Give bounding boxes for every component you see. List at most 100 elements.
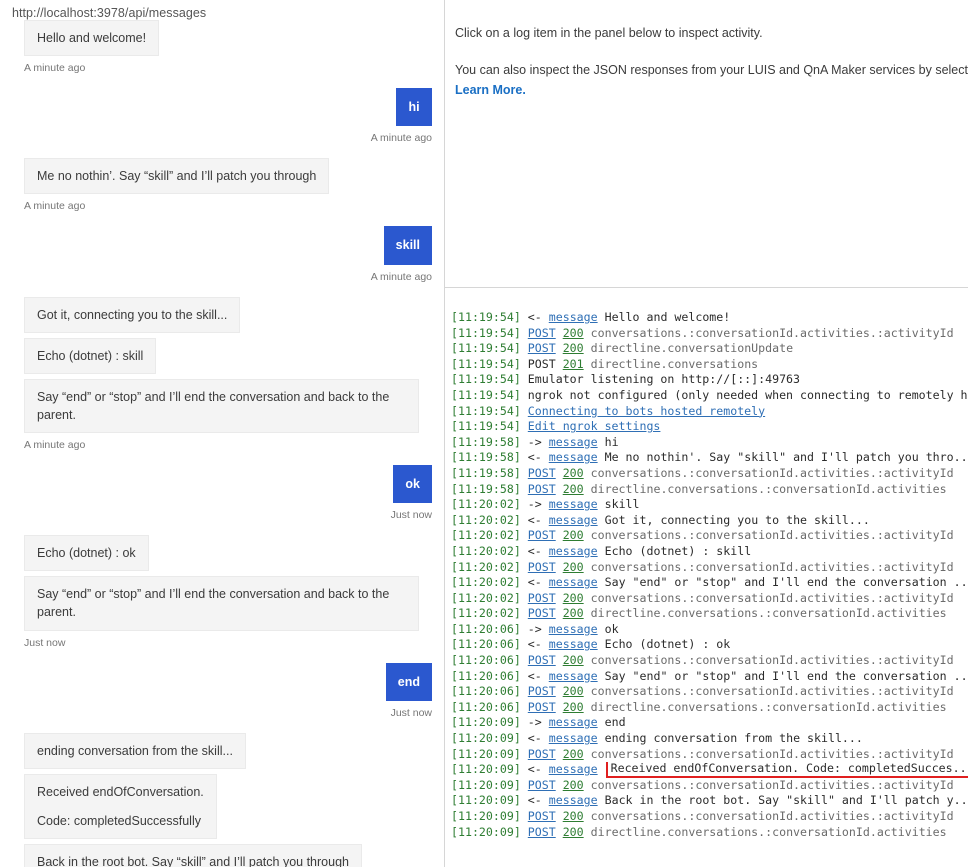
- log-activity-link[interactable]: message: [549, 637, 598, 651]
- log-entry[interactable]: [11:20:06] -> message ok: [451, 622, 968, 638]
- log-activity-link[interactable]: message: [549, 450, 598, 464]
- log-entry[interactable]: [11:20:09] <- message Received endOfConv…: [451, 762, 968, 778]
- user-message-bubble[interactable]: ok: [393, 465, 432, 504]
- log-highlighted-message[interactable]: Received endOfConversation. Code: comple…: [605, 762, 968, 778]
- log-http-verb[interactable]: POST: [528, 606, 556, 620]
- log-http-status[interactable]: 200: [563, 684, 584, 698]
- log-activity-link[interactable]: message: [549, 544, 598, 558]
- log-activity-link[interactable]: message: [549, 310, 598, 324]
- log-activity-link[interactable]: message: [549, 513, 598, 527]
- log-http-status[interactable]: 201: [563, 357, 584, 371]
- log-http-status[interactable]: 200: [563, 326, 584, 340]
- log-entry[interactable]: [11:20:02] <- message Say "end" or "stop…: [451, 575, 968, 591]
- log-entry[interactable]: [11:20:06] POST 200 conversations.:conve…: [451, 653, 968, 669]
- log-entry[interactable]: [11:20:06] POST 200 directline.conversat…: [451, 700, 968, 716]
- log-http-verb[interactable]: POST: [528, 825, 556, 839]
- user-message-bubble[interactable]: skill: [383, 226, 432, 265]
- log-entry[interactable]: [11:19:54] POST 200 directline.conversat…: [451, 341, 968, 357]
- user-message-bubble[interactable]: end: [385, 662, 432, 701]
- log-entry[interactable]: [11:19:58] -> message hi: [451, 435, 968, 451]
- log-message-text: conversations.:conversationId.activities…: [590, 325, 954, 340]
- log-entry[interactable]: [11:19:54] <- message Hello and welcome!: [451, 310, 968, 326]
- learn-more-link[interactable]: Learn More.: [455, 83, 526, 97]
- log-entry[interactable]: [11:20:09] <- message Back in the root b…: [451, 793, 968, 809]
- log-http-status[interactable]: 200: [563, 528, 584, 542]
- log-activity-link[interactable]: Connecting to bots hosted remotely: [528, 404, 765, 418]
- log-activity-link[interactable]: message: [549, 669, 598, 683]
- user-message-bubble[interactable]: hi: [396, 88, 432, 127]
- log-http-status[interactable]: 200: [563, 482, 584, 496]
- log-entry[interactable]: [11:20:02] POST 200 conversations.:conve…: [451, 591, 968, 607]
- log-http-verb[interactable]: POST: [528, 809, 556, 823]
- bot-message-bubble[interactable]: Back in the root bot. Say “skill” and I’…: [24, 844, 362, 867]
- log-entry[interactable]: [11:19:58] POST 200 directline.conversat…: [451, 482, 968, 498]
- log-entry[interactable]: [11:20:02] POST 200 conversations.:conve…: [451, 560, 968, 576]
- log-panel[interactable]: [11:19:54] <- message Hello and welcome!…: [445, 288, 968, 867]
- log-http-verb[interactable]: POST: [528, 591, 556, 605]
- log-http-status[interactable]: 200: [563, 560, 584, 574]
- log-entry[interactable]: [11:20:09] POST 200 directline.conversat…: [451, 825, 968, 841]
- log-http-verb[interactable]: POST: [528, 326, 556, 340]
- log-http-status[interactable]: 200: [563, 778, 584, 792]
- log-activity-link[interactable]: Edit ngrok settings: [528, 419, 661, 433]
- log-entry[interactable]: [11:19:54] POST 201 directline.conversat…: [451, 357, 968, 373]
- log-http-verb[interactable]: POST: [528, 653, 556, 667]
- chat-transcript[interactable]: Hello and welcome! A minute ago hi A minute…: [0, 20, 444, 867]
- log-http-verb[interactable]: POST: [528, 528, 556, 542]
- log-http-verb[interactable]: POST: [528, 341, 556, 355]
- bot-message-bubble[interactable]: Echo (dotnet) : skill: [24, 337, 157, 374]
- log-http-verb[interactable]: POST: [528, 684, 556, 698]
- log-entry[interactable]: [11:20:06] <- message Say "end" or "stop…: [451, 669, 968, 685]
- log-http-verb[interactable]: POST: [528, 747, 556, 761]
- log-entry[interactable]: [11:20:02] -> message skill: [451, 497, 968, 513]
- log-entry[interactable]: [11:20:09] <- message ending conversatio…: [451, 731, 968, 747]
- log-activity-link[interactable]: message: [549, 497, 598, 511]
- log-entry[interactable]: [11:20:02] <- message Echo (dotnet) : sk…: [451, 544, 968, 560]
- log-http-status[interactable]: 200: [563, 809, 584, 823]
- log-http-verb[interactable]: POST: [528, 482, 556, 496]
- log-entry[interactable]: [11:20:09] POST 200 conversations.:conve…: [451, 747, 968, 763]
- log-activity-link[interactable]: message: [549, 575, 598, 589]
- bot-message-bubble[interactable]: Me no nothin’. Say “skill” and I’ll patc…: [24, 158, 330, 195]
- log-http-status[interactable]: 200: [563, 747, 584, 761]
- log-http-verb[interactable]: POST: [528, 560, 556, 574]
- log-http-status[interactable]: 200: [563, 653, 584, 667]
- log-entry[interactable]: [11:19:54] ngrok not configured (only ne…: [451, 388, 968, 404]
- log-activity-link[interactable]: message: [549, 793, 598, 807]
- log-http-status[interactable]: 200: [563, 466, 584, 480]
- log-entry[interactable]: [11:20:06] POST 200 conversations.:conve…: [451, 684, 968, 700]
- log-http-verb[interactable]: POST: [528, 700, 556, 714]
- log-activity-link[interactable]: message: [549, 622, 598, 636]
- bot-message-bubble[interactable]: Echo (dotnet) : ok: [24, 535, 149, 572]
- log-http-status[interactable]: 200: [563, 825, 584, 839]
- log-http-verb[interactable]: POST: [528, 466, 556, 480]
- log-entry[interactable]: [11:20:02] POST 200 conversations.:conve…: [451, 528, 968, 544]
- bot-message-bubble[interactable]: ending conversation from the skill...: [24, 732, 246, 769]
- log-http-status[interactable]: 200: [563, 606, 584, 620]
- log-entry[interactable]: [11:20:02] POST 200 directline.conversat…: [451, 606, 968, 622]
- log-entry[interactable]: [11:20:09] POST 200 conversations.:conve…: [451, 778, 968, 794]
- log-activity-link[interactable]: message: [549, 715, 598, 729]
- log-entry[interactable]: [11:19:58] POST 200 conversations.:conve…: [451, 466, 968, 482]
- bot-message-bubble[interactable]: Got it, connecting you to the skill...: [24, 296, 241, 333]
- log-entry[interactable]: [11:19:54] POST 200 conversations.:conve…: [451, 326, 968, 342]
- log-activity-link[interactable]: message: [549, 731, 598, 745]
- log-activity-link[interactable]: message: [549, 435, 598, 449]
- log-entry[interactable]: [11:19:54] Connecting to bots hosted rem…: [451, 404, 968, 420]
- log-entry[interactable]: [11:20:06] <- message Echo (dotnet) : ok: [451, 637, 968, 653]
- log-entry[interactable]: [11:19:54] Emulator listening on http://…: [451, 372, 968, 388]
- bot-message-bubble[interactable]: Received endOfConversation. Code: complet…: [24, 773, 217, 839]
- bot-message-bubble[interactable]: Hello and welcome!: [24, 20, 160, 57]
- log-activity-link[interactable]: message: [549, 762, 598, 776]
- log-entry[interactable]: [11:20:09] POST 200 conversations.:conve…: [451, 809, 968, 825]
- bot-message-bubble[interactable]: Say “end” or “stop” and I’ll end the con…: [24, 576, 419, 631]
- log-entry[interactable]: [11:20:02] <- message Got it, connecting…: [451, 513, 968, 529]
- log-http-status[interactable]: 200: [563, 700, 584, 714]
- bot-message-bubble[interactable]: Say “end” or “stop” and I’ll end the con…: [24, 378, 419, 433]
- log-http-verb[interactable]: POST: [528, 778, 556, 792]
- log-entry[interactable]: [11:19:58] <- message Me no nothin'. Say…: [451, 450, 968, 466]
- log-http-status[interactable]: 200: [563, 591, 584, 605]
- log-entry[interactable]: [11:19:54] Edit ngrok settings: [451, 419, 968, 435]
- log-http-status[interactable]: 200: [563, 341, 584, 355]
- log-entry[interactable]: [11:20:09] -> message end: [451, 715, 968, 731]
